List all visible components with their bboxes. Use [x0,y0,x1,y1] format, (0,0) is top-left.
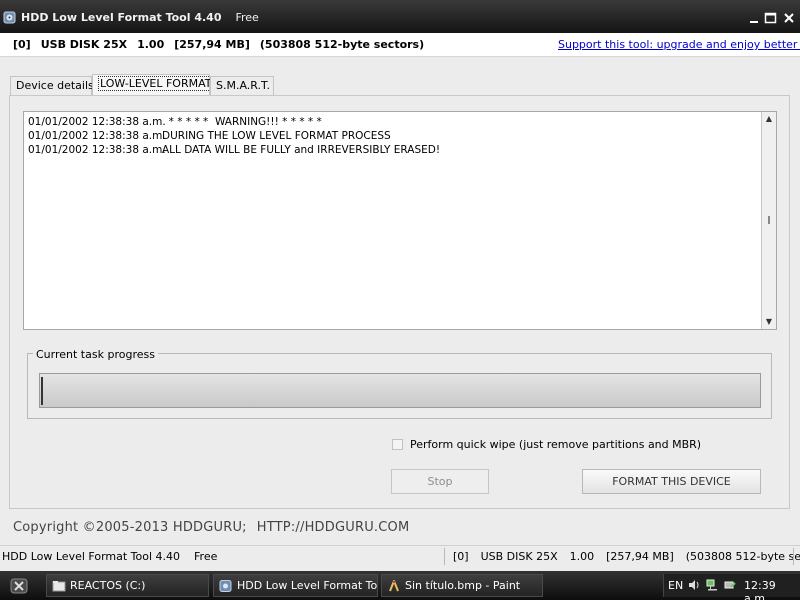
log-scrollbar[interactable]: ▲ ▼ [761,112,776,329]
system-tray: EN 12:39 a.m. [663,574,800,600]
format-device-button[interactable]: FORMAT THIS DEVICE [582,469,761,494]
hdd-icon [219,580,232,592]
paint-icon [389,580,399,592]
tab-low-level-format[interactable]: LOW-LEVEL FORMAT [92,74,214,95]
scroll-up-icon[interactable]: ▲ [764,114,774,124]
progress-label: Current task progress [33,348,158,361]
task-reactos-drive[interactable]: REACTOS (C:) [46,574,209,597]
window-title: HDD Low Level Format Tool 4.40 Free [21,11,259,24]
log-lines: 01/01/2002 12:38:38 a.m. * * * * * WARNI… [28,115,440,157]
quick-wipe-label: Perform quick wipe (just remove partitio… [410,438,702,451]
device-summary: [0] USB DISK 25X 1.00 [257,94 MB] (503808 51… [13,38,425,51]
minimize-icon[interactable] [748,12,761,25]
copyright: Copyright ©2005-2013 HDDGURU; HTTP://HDDG… [13,520,410,535]
support-link[interactable]: Support this tool: upgrade and enjoy bet… [558,38,800,51]
close-icon[interactable] [783,12,796,25]
task-paint[interactable]: Sin título.bmp - Paint [381,574,543,597]
scroll-grip[interactable] [768,216,770,224]
status-separator [444,548,445,565]
log-line: 01/01/2002 12:38:38 a.m.DURING THE LOW L… [28,130,391,142]
title-bar[interactable]: HDD Low Level Format Tool 4.40 Free [0,0,800,33]
hdd-app-icon [3,11,16,24]
scroll-down-icon[interactable]: ▼ [764,317,774,327]
status-app: HDD Low Level Format Tool 4.40 Free [2,550,218,563]
log-line: 01/01/2002 12:38:38 a.m.ALL DATA WILL BE… [28,144,441,156]
tab-smart[interactable]: S.M.A.R.T. [210,76,274,95]
log-textbox[interactable]: 01/01/2002 12:38:38 a.m. * * * * * WARNI… [23,111,777,330]
log-line: 01/01/2002 12:38:38 a.m. * * * * * WARNI… [28,116,322,128]
status-bar: HDD Low Level Format Tool 4.40 Free [0] US… [0,545,800,567]
progress-group: Current task progress [27,348,772,419]
status-separator [793,548,794,565]
tab-device-details[interactable]: Device details [10,76,94,95]
taskbar: REACTOS (C:) HDD Low Level Format To... … [0,571,800,600]
task-hdd-format-tool[interactable]: HDD Low Level Format To... [213,574,378,597]
start-menu-icon[interactable] [10,578,28,594]
network-icon[interactable] [706,579,718,591]
maximize-icon[interactable] [764,12,777,25]
volume-icon[interactable] [688,579,700,591]
language-indicator[interactable]: EN [668,579,683,592]
progress-bar [39,373,761,408]
status-device: [0] USB DISK 25X 1.00 [257,94 MB] (503808 51… [453,550,800,563]
progress-caret [41,377,43,405]
clock[interactable]: 12:39 a.m. [744,579,800,600]
folder-icon [52,581,66,592]
safely-remove-icon[interactable] [724,579,736,591]
stop-button[interactable]: Stop [391,469,489,494]
quick-wipe-checkbox[interactable] [392,439,403,450]
device-info-bar: [0] USB DISK 25X 1.00 [257,94 MB] (503808 51… [0,33,800,57]
website-link[interactable]: HTTP://HDDGURU.COM [257,520,410,535]
